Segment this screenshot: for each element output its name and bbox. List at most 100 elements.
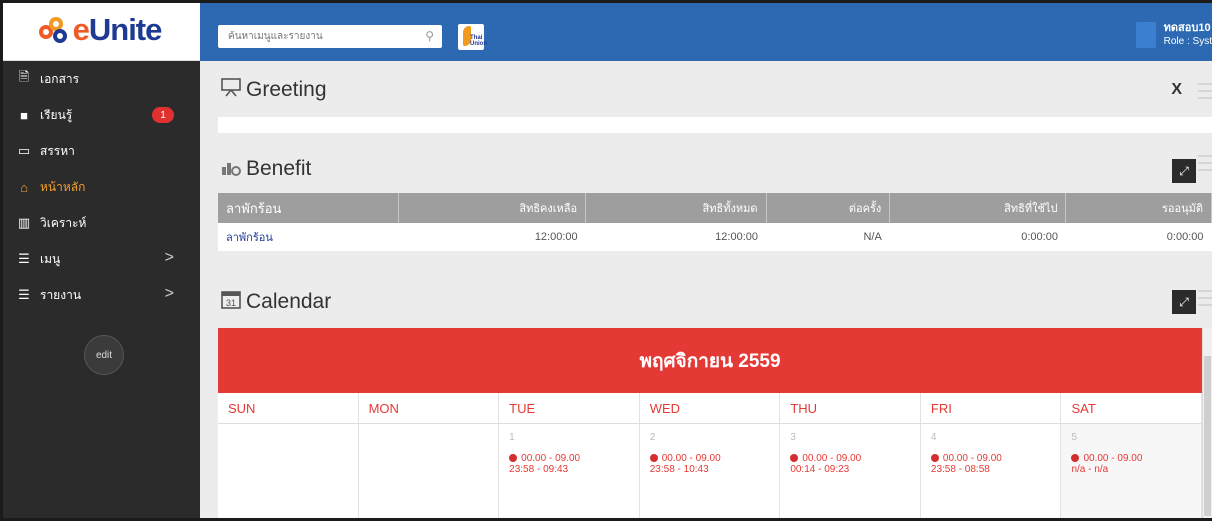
benefit-column-header: สิทธิทั้งหมด xyxy=(585,193,767,223)
logo-mark-icon xyxy=(38,15,69,45)
calendar-day-cell[interactable]: 1 00.00 - 09.00 23:58 - 09:43 xyxy=(499,424,640,521)
benefit-column-header: สิทธิที่ใช้ไป xyxy=(889,193,1067,223)
calendar-day-cell[interactable]: 3 00.00 - 09.00 00:14 - 09:23 xyxy=(780,424,921,521)
edit-button[interactable]: edit xyxy=(84,335,124,375)
user-info[interactable]: ทดสอบ10 Role : Syst xyxy=(1164,18,1212,47)
table-cell: 12:00:00 xyxy=(398,223,586,251)
table-cell: 0:00:00 xyxy=(1065,223,1212,251)
shift-time: 00.00 - 09.00 xyxy=(930,453,1051,464)
calendar-day-header: THU xyxy=(780,393,921,423)
sidebar-item-label: สรรหา xyxy=(40,143,75,158)
clock-icon xyxy=(509,454,518,463)
calendar-expand-button[interactable]: ⤢ xyxy=(1172,290,1196,314)
benefit-column-header: ลาพักร้อน xyxy=(218,193,399,223)
calendar-day-number: 1 xyxy=(509,432,515,443)
calendar-header: 31 Calendar xyxy=(220,288,331,316)
sidebar-item-label: วิเคราะห์ xyxy=(40,215,87,230)
shift-time-text: 00.00 - 09.00 xyxy=(942,453,1002,464)
avatar[interactable] xyxy=(1136,22,1156,48)
calendar-day-header: FRI xyxy=(921,393,1062,423)
calendar-day-cell[interactable] xyxy=(359,424,500,521)
calendar-day-number: 2 xyxy=(649,432,656,443)
calendar-day-cell[interactable]: 2 00.00 - 09.00 23:58 - 10:43 xyxy=(640,424,781,521)
benefit-table-body: ลาพักร้อน 12:00:00 12:00:00 N/A 0:00:00 0:00:… xyxy=(218,223,1212,251)
calendar-day-header: WED xyxy=(640,393,781,423)
home-icon: ⌂ xyxy=(20,179,28,195)
calendar-day-header: SUN xyxy=(218,393,359,423)
sidebar-item-6[interactable]: ☰ รายงาน > xyxy=(0,277,200,313)
attendance-times: 23:58 - 08:58 xyxy=(930,464,990,475)
sidebar-item-label: เมนู xyxy=(40,251,61,266)
benefit-column-header: รออนุมัติ xyxy=(1065,193,1212,223)
clock-icon xyxy=(1071,454,1080,463)
sidebar-item-0[interactable]: 🗎 เอกสาร xyxy=(0,61,200,97)
benefit-menu-icon[interactable] xyxy=(1198,155,1212,176)
greeting-body xyxy=(218,117,1212,133)
calendar-day-cell[interactable]: 5 00.00 - 09.00 n/a - n/a xyxy=(1061,424,1203,521)
sidebar-item-3[interactable]: ⌂ หน้าหลัก xyxy=(0,169,200,205)
chat-icon: ▭ xyxy=(17,143,31,158)
benefit-table: ลาพักร้อน สิทธิคงเหลือ สิทธิทั้งหมด ต่อครั้… xyxy=(218,193,1212,251)
benefit-table-header: ลาพักร้อน สิทธิคงเหลือ สิทธิทั้งหมด ต่อครั้… xyxy=(218,193,1212,223)
clock-icon xyxy=(649,454,658,463)
attendance-times: 23:58 - 10:43 xyxy=(649,464,709,475)
sidebar-item-label: หน้าหลัก xyxy=(40,179,86,194)
user-role: Role : Syst xyxy=(1163,36,1212,47)
calendar-week-row: 1 00.00 - 09.00 23:58 - 09:43 2 00.00 - 09.0… xyxy=(218,424,1203,521)
notification-badge: 1 xyxy=(152,107,174,123)
table-cell: 12:00:00 xyxy=(585,223,766,251)
easel-icon: ■ xyxy=(20,107,28,123)
calendar-month-label: พฤศจิกายน 2559 xyxy=(218,328,1202,393)
calendar-day-cell[interactable] xyxy=(218,424,359,521)
clock-icon xyxy=(930,454,939,463)
sidebar: eUnite 🗎 เอกสาร ■ เรียนรู้ 1 ▭ สรรหา ⌂ หน้าหลัก ▥… xyxy=(0,0,200,521)
shift-time-text: 00.00 - 09.00 xyxy=(802,453,862,464)
chevron-right-icon: > xyxy=(164,285,174,302)
calendar-scrollbar[interactable] xyxy=(1202,328,1212,521)
calendar-day-header: TUE xyxy=(499,393,640,423)
greeting-menu-icon[interactable] xyxy=(1198,83,1212,104)
attendance-times: 23:58 - 09:43 xyxy=(509,464,569,475)
calendar-day-header: MON xyxy=(359,393,500,423)
benefit-title: Benefit xyxy=(246,157,312,180)
shift-time: 00.00 - 09.00 xyxy=(509,453,629,464)
calendar: พฤศจิกายน 2559 SUN MON TUE WED THU FRI SAT 1 00… xyxy=(218,328,1203,521)
sidebar-item-5[interactable]: ☰ เมนู > xyxy=(0,241,200,277)
app-logo[interactable]: eUnite xyxy=(0,0,200,61)
search-icon[interactable]: ⚲ xyxy=(425,29,434,43)
shift-time: 00.00 - 09.00 xyxy=(790,453,910,464)
benefit-type-link[interactable]: ลาพักร้อน xyxy=(218,223,399,251)
sidebar-nav: 🗎 เอกสาร ■ เรียนรู้ 1 ▭ สรรหา ⌂ หน้าหลัก ▥ วิเคราะ… xyxy=(0,61,200,313)
benefit-expand-button[interactable]: ⤢ xyxy=(1172,159,1196,183)
shift-time-text: 00.00 - 09.00 xyxy=(521,453,581,464)
list-icon: ☰ xyxy=(18,251,30,266)
calendar-menu-icon[interactable] xyxy=(1198,290,1212,311)
chevron-right-icon: > xyxy=(164,249,174,266)
calendar-day-cell[interactable]: 4 00.00 - 09.00 23:58 - 08:58 xyxy=(921,424,1062,521)
bar-chart-icon: ▥ xyxy=(17,215,31,230)
sidebar-item-label: เอกสาร xyxy=(40,71,80,86)
sidebar-item-4[interactable]: ▥ วิเคราะห์ xyxy=(0,205,200,241)
greeting-header: Greeting xyxy=(220,76,327,104)
benefit-header: Benefit xyxy=(220,155,311,183)
user-name: ทดสอบ10 xyxy=(1163,22,1211,34)
benefit-column-header: ต่อครั้ง xyxy=(766,193,891,223)
sidebar-item-label: เรียนรู้ xyxy=(40,107,73,122)
sidebar-item-2[interactable]: ▭ สรรหา xyxy=(0,133,200,169)
main-content: Greeting X Benefit ⤢ ลาพักร้อน สิทธิคงเหล… xyxy=(200,61,1212,521)
benefit-column-header: สิทธิคงเหลือ xyxy=(398,193,587,223)
search-box: ⚲ xyxy=(218,25,442,48)
company-logo-text: Thai Union xyxy=(470,35,487,47)
svg-text:31: 31 xyxy=(226,298,236,308)
table-cell: N/A xyxy=(766,223,890,251)
calendar-title: Calendar xyxy=(246,290,332,313)
greeting-close-button[interactable]: X xyxy=(1171,81,1182,99)
calendar-day-number: 5 xyxy=(1071,432,1078,443)
shift-time: 00.00 - 09.00 xyxy=(1071,453,1191,464)
coins-icon xyxy=(220,155,242,183)
calendar-day-number: 3 xyxy=(790,432,796,443)
search-input[interactable] xyxy=(228,31,408,42)
greeting-title: Greeting xyxy=(246,78,327,101)
sidebar-item-1[interactable]: ■ เรียนรู้ 1 xyxy=(0,97,200,133)
calendar-day-number: 4 xyxy=(930,432,937,443)
